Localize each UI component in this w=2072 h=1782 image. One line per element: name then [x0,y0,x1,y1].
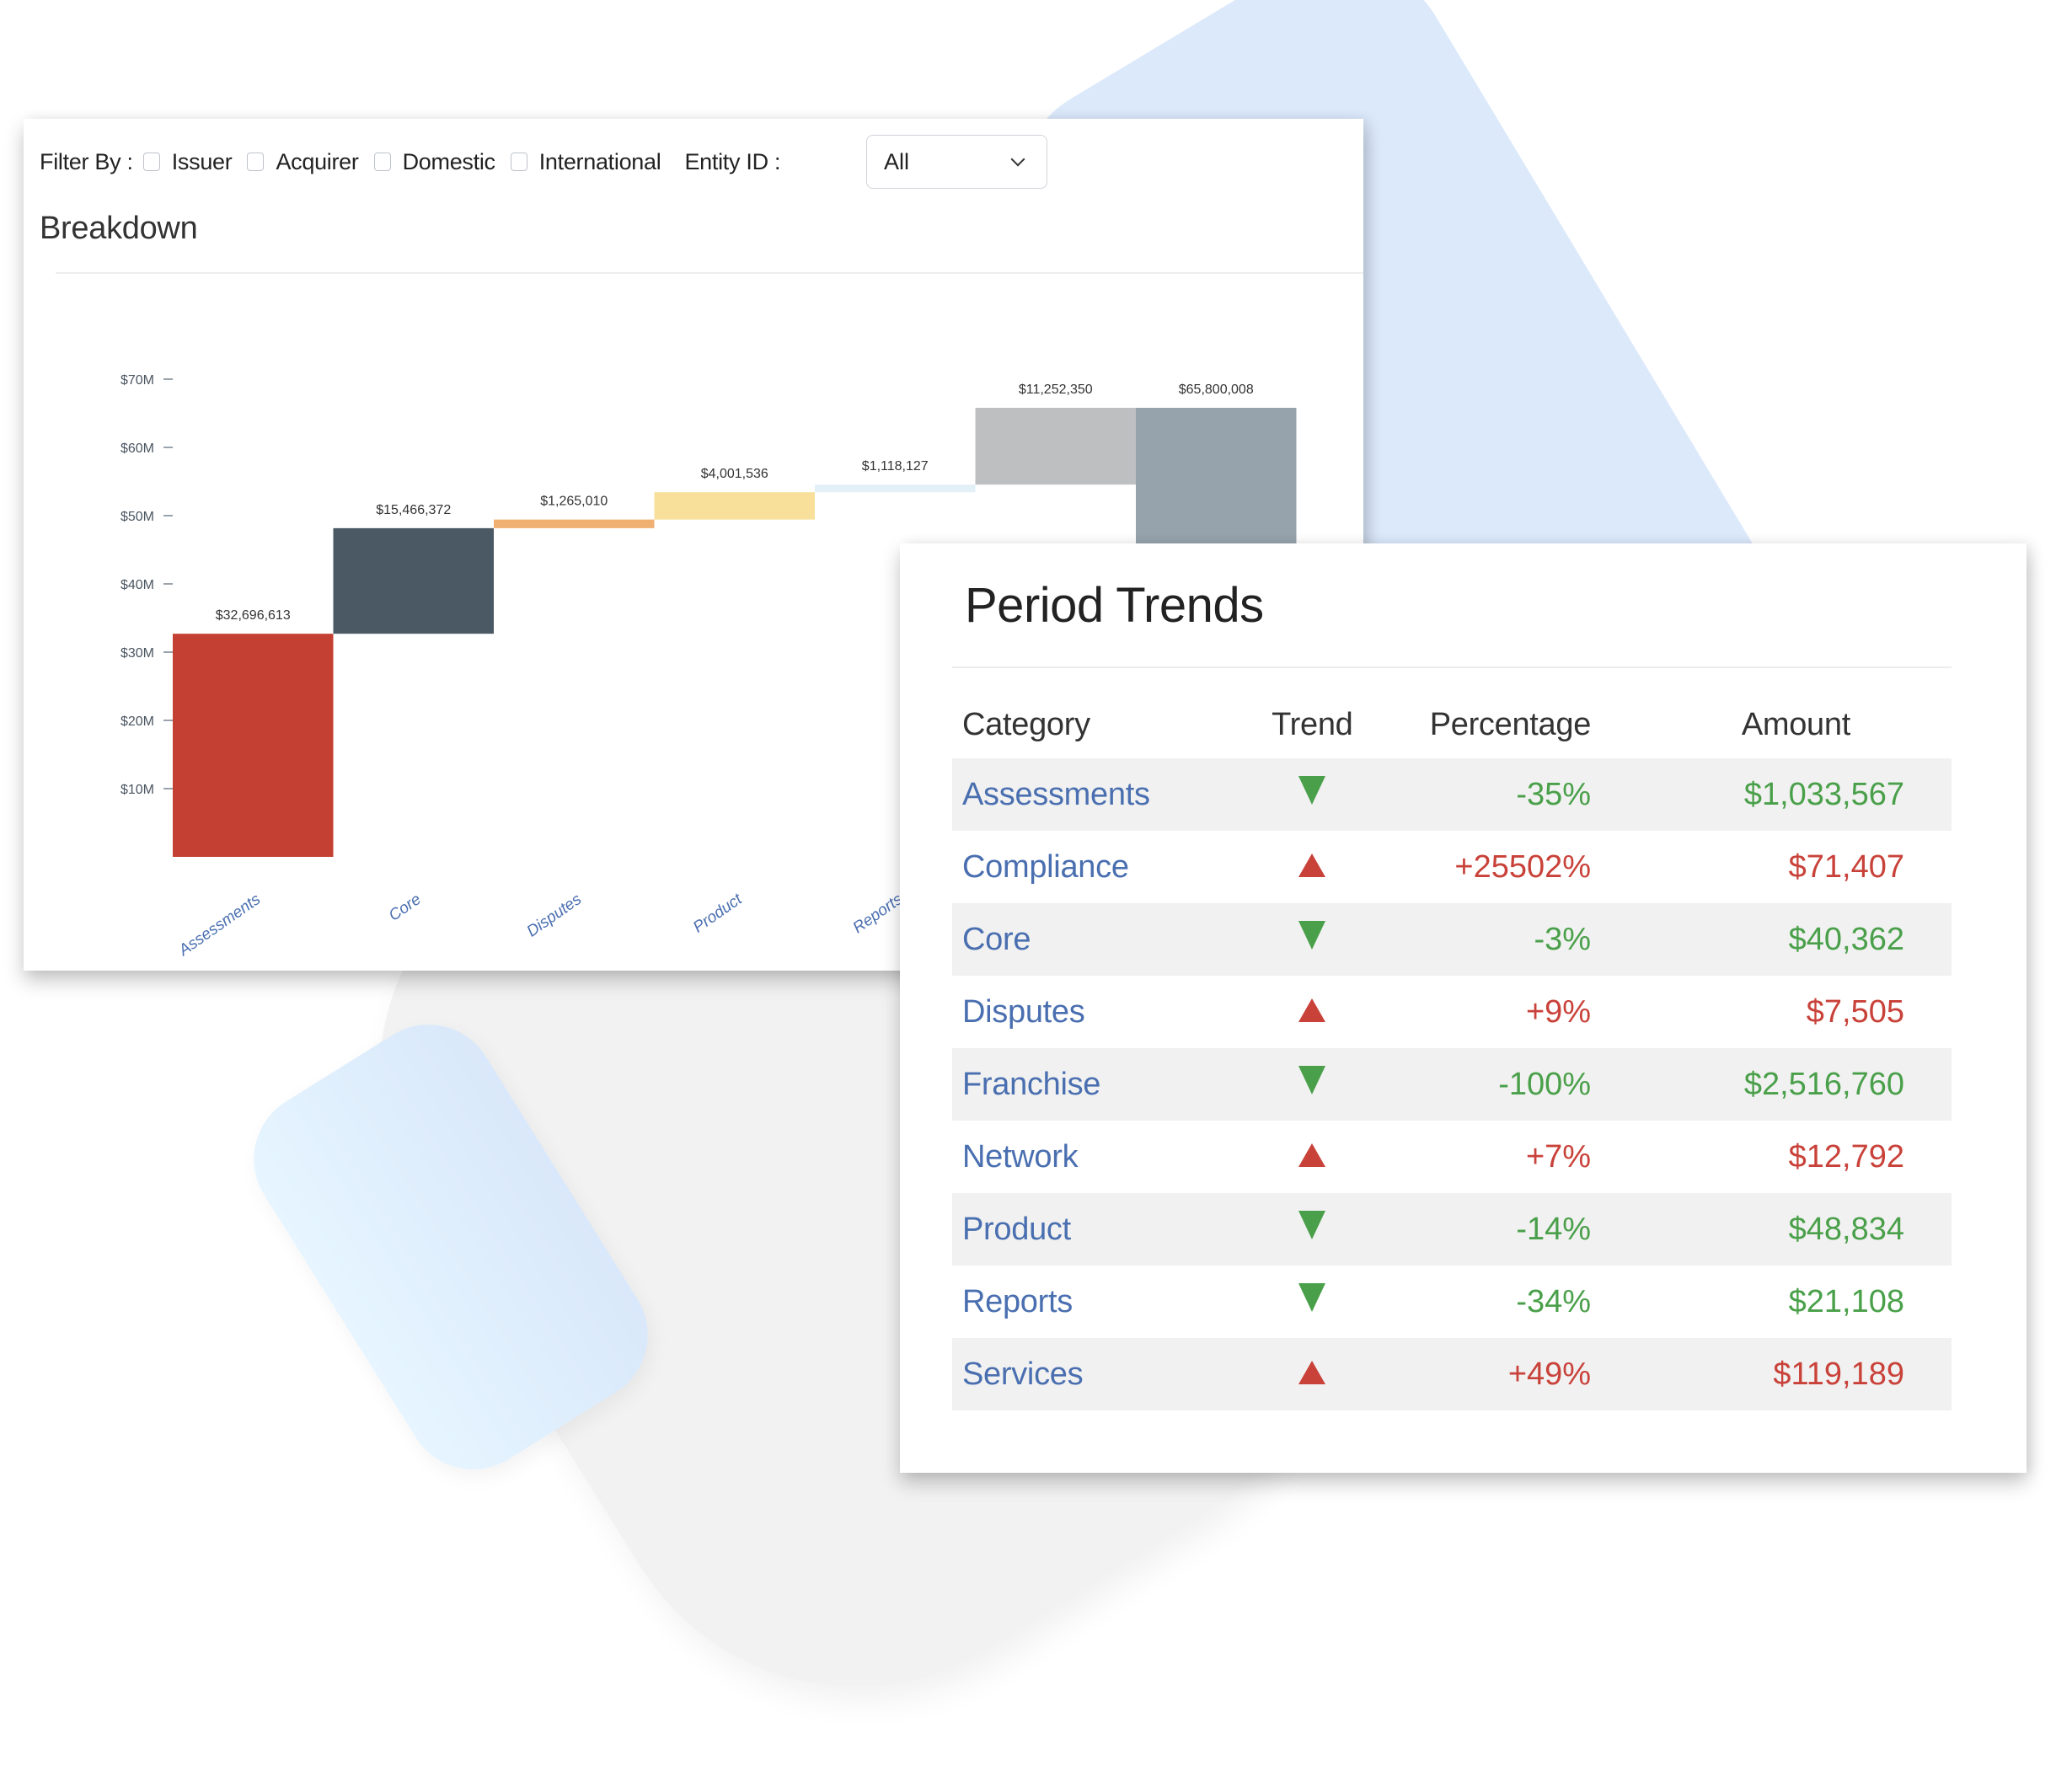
category-cell: Services [952,1338,1233,1410]
x-tick-label: Reports [850,891,907,938]
y-tick-label: $50M [120,510,154,524]
category-link[interactable]: Network [962,1139,1079,1175]
period-trends-table: Category Trend Percentage Amount Assessm… [952,691,1952,1410]
bar-product[interactable] [654,492,816,520]
trend-down-icon [1298,921,1326,950]
column-header-percentage: Percentage [1429,706,1592,742]
amount-cell: $119,189 [1591,1338,1952,1410]
trend-cell [1232,1266,1392,1338]
table-row: Compliance +25502% $71,407 [952,831,1952,903]
amount-cell: $7,505 [1806,993,1904,1030]
category-cell: Franchise [952,1048,1233,1121]
trend-cell [1232,903,1393,976]
x-tick-label: Assessments [175,891,265,961]
table-row: Reports -34% $21,108 [952,1266,1952,1338]
column-header-category: Category [962,706,1090,742]
y-tick-label: $70M [120,373,154,388]
amount-cell: $71,407 [1788,848,1904,885]
bar-value-label: $15,466,372 [376,503,451,517]
y-axis: $10M $20M $30M $40M $50M $60M $70M [120,373,173,797]
trend-up-icon [1298,998,1326,1022]
trend-down-icon [1298,1283,1326,1312]
trend-cell [1232,1193,1393,1266]
category-cell: Product [952,1193,1233,1266]
bar-item-6[interactable] [975,408,1137,485]
table-row: Product -14% $48,834 [952,1193,1952,1266]
amount-cell: $21,108 [1788,1283,1904,1319]
table-row: Core -3% $40,362 [952,903,1952,976]
bar-value-label: $1,265,010 [540,495,608,509]
category-cell: Core [952,903,1233,976]
category-cell: Disputes [952,976,1232,1048]
table-row: Assessments -35% $1,033,567 [952,758,1952,831]
trend-cell [1232,1121,1392,1193]
amount-cell: $48,834 [1591,1193,1952,1266]
bar-value-label: $4,001,536 [701,467,768,481]
category-cell: Assessments [952,758,1233,831]
category-link[interactable]: Services [962,1357,1084,1392]
bar-disputes[interactable] [494,519,655,528]
table-row: Disputes +9% $7,505 [952,976,1952,1048]
category-cell: Reports [952,1266,1232,1338]
trend-cell [1232,1338,1393,1410]
bar-value-label: $1,118,127 [862,459,929,474]
percentage-cell: +25502% [1454,848,1592,885]
trend-up-icon [1298,1143,1326,1167]
trend-up-icon [1298,853,1326,877]
percentage-cell: -35% [1392,758,1592,831]
y-tick-label: $60M [120,441,154,456]
percentage-cell: +7% [1525,1138,1592,1175]
trend-cell [1232,758,1393,831]
x-tick-label: Core [386,891,425,925]
trend-cell [1232,1048,1393,1121]
trend-down-icon [1298,1211,1326,1239]
table-header-row: Category Trend Percentage Amount [952,691,1952,758]
amount-cell: $12,792 [1788,1138,1904,1175]
table-row: Services +49% $119,189 [952,1338,1952,1410]
bar-assessments[interactable] [173,634,334,857]
bar-core[interactable] [333,527,495,634]
column-header-trend: Trend [1272,706,1353,742]
amount-cell: $1,033,567 [1591,758,1952,831]
period-trends-title: Period Trends [965,578,1264,633]
percentage-cell: -14% [1392,1193,1592,1266]
percentage-cell: -3% [1392,903,1592,976]
y-tick-label: $30M [120,646,154,661]
column-header-amount: Amount [1741,706,1850,742]
category-cell: Compliance [952,831,1232,903]
trend-down-icon [1298,776,1326,805]
table-row: Franchise -100% $2,516,760 [952,1048,1952,1121]
category-link[interactable]: Product [962,1212,1071,1247]
amount-cell: $2,516,760 [1591,1048,1952,1121]
bar-value-label: $65,800,008 [1179,383,1254,397]
category-link[interactable]: Franchise [962,1067,1100,1102]
percentage-cell: +9% [1525,993,1592,1030]
percentage-cell: -34% [1516,1283,1592,1319]
trend-cell [1232,976,1392,1048]
category-link[interactable]: Assessments [962,777,1150,812]
bar-reports[interactable] [815,484,976,493]
category-cell: Network [952,1121,1232,1193]
category-link[interactable]: Disputes [962,994,1085,1030]
category-link[interactable]: Core [962,922,1031,957]
bar-value-label: $11,252,350 [1019,383,1093,397]
y-tick-label: $40M [120,578,154,592]
trend-down-icon [1298,1066,1326,1094]
trend-up-icon [1298,1360,1326,1384]
x-tick-label: Product [690,890,746,936]
period-trends-divider [952,666,1952,668]
amount-cell: $40,362 [1591,903,1952,976]
table-row: Network +7% $12,792 [952,1121,1952,1193]
y-tick-label: $10M [120,783,154,797]
bar-value-label: $32,696,613 [216,608,291,623]
percentage-cell: +49% [1392,1338,1592,1410]
category-link[interactable]: Reports [962,1284,1073,1319]
category-link[interactable]: Compliance [962,849,1129,885]
x-axis-labels: Assessments Core Disputes Product Reports [175,890,907,960]
x-tick-label: Disputes [524,891,586,941]
trend-cell [1232,831,1392,903]
percentage-cell: -100% [1392,1048,1592,1121]
y-tick-label: $20M [120,714,154,729]
